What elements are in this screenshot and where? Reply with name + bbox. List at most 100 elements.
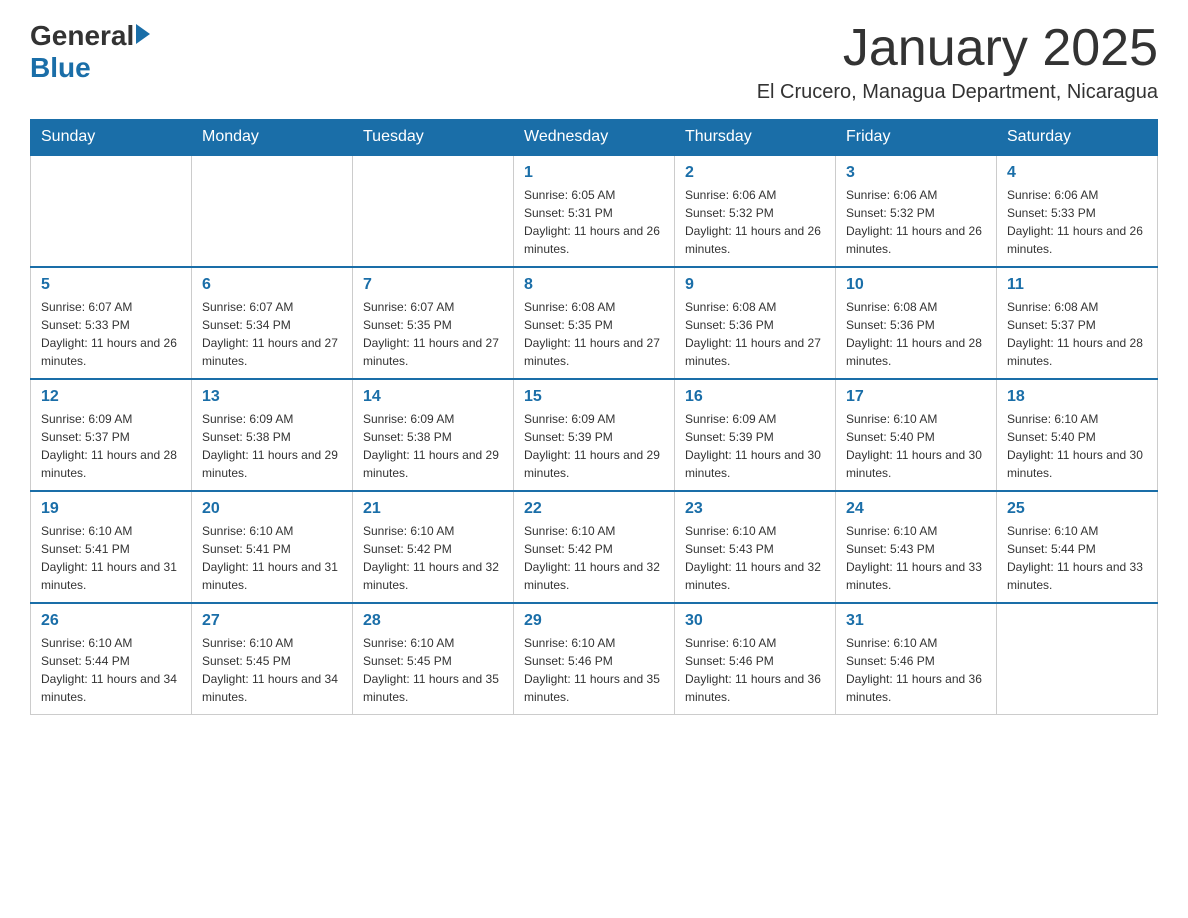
day-info: Sunrise: 6:10 AMSunset: 5:46 PMDaylight:…: [685, 634, 825, 706]
day-cell-21: 21Sunrise: 6:10 AMSunset: 5:42 PMDayligh…: [353, 491, 514, 603]
day-number: 16: [685, 388, 825, 406]
day-number: 19: [41, 500, 181, 518]
day-cell-20: 20Sunrise: 6:10 AMSunset: 5:41 PMDayligh…: [192, 491, 353, 603]
day-number: 12: [41, 388, 181, 406]
empty-cell: [31, 155, 192, 267]
day-info: Sunrise: 6:09 AMSunset: 5:38 PMDaylight:…: [202, 410, 342, 482]
empty-cell: [353, 155, 514, 267]
day-number: 10: [846, 276, 986, 294]
week-row-1: 1 Sunrise: 6:05 AMSunset: 5:31 PMDaylight…: [31, 155, 1158, 267]
day-number: 26: [41, 612, 181, 630]
day-header-saturday: Saturday: [997, 120, 1158, 156]
day-info: Sunrise: 6:08 AMSunset: 5:36 PMDaylight:…: [846, 298, 986, 370]
day-cell-30: 30 Sunrise: 6:10 AMSunset: 5:46 PMDayligh…: [675, 603, 836, 715]
day-info: Sunrise: 6:10 AMSunset: 5:44 PMDaylight:…: [41, 634, 181, 706]
day-info: Sunrise: 6:08 AMSunset: 5:36 PMDaylight:…: [685, 298, 825, 370]
day-info: Sunrise: 6:10 AMSunset: 5:40 PMDaylight:…: [1007, 410, 1147, 482]
day-header-friday: Friday: [836, 120, 997, 156]
day-info: Sunrise: 6:08 AMSunset: 5:35 PMDaylight:…: [524, 298, 664, 370]
day-cell-22: 22 Sunrise: 6:10 AMSunset: 5:42 PMDayligh…: [514, 491, 675, 603]
day-info: Sunrise: 6:06 AMSunset: 5:33 PMDaylight:…: [1007, 186, 1147, 258]
day-number: 29: [524, 612, 664, 630]
day-number: 22: [524, 500, 664, 518]
day-info: Sunrise: 6:07 AMSunset: 5:35 PMDaylight:…: [363, 298, 503, 370]
day-cell-10: 10 Sunrise: 6:08 AMSunset: 5:36 PMDayligh…: [836, 267, 997, 379]
day-info: Sunrise: 6:10 AMSunset: 5:43 PMDaylight:…: [685, 522, 825, 594]
day-header-thursday: Thursday: [675, 120, 836, 156]
calendar-table: SundayMondayTuesdayWednesdayThursdayFrid…: [30, 119, 1158, 715]
day-number: 25: [1007, 500, 1147, 518]
day-cell-6: 6Sunrise: 6:07 AMSunset: 5:34 PMDaylight…: [192, 267, 353, 379]
day-cell-12: 12 Sunrise: 6:09 AMSunset: 5:37 PMDayligh…: [31, 379, 192, 491]
title-area: January 2025 El Crucero, Managua Departm…: [757, 20, 1158, 104]
day-cell-8: 8 Sunrise: 6:08 AMSunset: 5:35 PMDaylight…: [514, 267, 675, 379]
calendar-subtitle: El Crucero, Managua Department, Nicaragu…: [757, 81, 1158, 104]
day-cell-19: 19 Sunrise: 6:10 AMSunset: 5:41 PMDayligh…: [31, 491, 192, 603]
day-header-sunday: Sunday: [31, 120, 192, 156]
day-cell-25: 25 Sunrise: 6:10 AMSunset: 5:44 PMDayligh…: [997, 491, 1158, 603]
day-cell-4: 4 Sunrise: 6:06 AMSunset: 5:33 PMDaylight…: [997, 155, 1158, 267]
day-header-tuesday: Tuesday: [353, 120, 514, 156]
page-header: General Blue January 2025 El Crucero, Ma…: [30, 20, 1158, 104]
day-cell-24: 24Sunrise: 6:10 AMSunset: 5:43 PMDayligh…: [836, 491, 997, 603]
day-info: Sunrise: 6:10 AMSunset: 5:45 PMDaylight:…: [202, 634, 342, 706]
day-cell-2: 2 Sunrise: 6:06 AMSunset: 5:32 PMDaylight…: [675, 155, 836, 267]
day-number: 4: [1007, 164, 1147, 182]
day-info: Sunrise: 6:10 AMSunset: 5:42 PMDaylight:…: [524, 522, 664, 594]
day-cell-3: 3 Sunrise: 6:06 AMSunset: 5:32 PMDaylight…: [836, 155, 997, 267]
day-info: Sunrise: 6:09 AMSunset: 5:37 PMDaylight:…: [41, 410, 181, 482]
day-info: Sunrise: 6:09 AMSunset: 5:38 PMDaylight:…: [363, 410, 503, 482]
day-info: Sunrise: 6:06 AMSunset: 5:32 PMDaylight:…: [846, 186, 986, 258]
day-number: 11: [1007, 276, 1147, 294]
week-row-5: 26 Sunrise: 6:10 AMSunset: 5:44 PMDayligh…: [31, 603, 1158, 715]
day-number: 31: [846, 612, 986, 630]
day-info: Sunrise: 6:08 AMSunset: 5:37 PMDaylight:…: [1007, 298, 1147, 370]
day-cell-18: 18 Sunrise: 6:10 AMSunset: 5:40 PMDayligh…: [997, 379, 1158, 491]
day-cell-23: 23 Sunrise: 6:10 AMSunset: 5:43 PMDayligh…: [675, 491, 836, 603]
day-cell-28: 28Sunrise: 6:10 AMSunset: 5:45 PMDayligh…: [353, 603, 514, 715]
day-info: Sunrise: 6:05 AMSunset: 5:31 PMDaylight:…: [524, 186, 664, 258]
day-number: 3: [846, 164, 986, 182]
day-info: Sunrise: 6:07 AMSunset: 5:33 PMDaylight:…: [41, 298, 181, 370]
logo: General Blue: [30, 20, 150, 84]
day-info: Sunrise: 6:10 AMSunset: 5:41 PMDaylight:…: [41, 522, 181, 594]
day-info: Sunrise: 6:10 AMSunset: 5:46 PMDaylight:…: [846, 634, 986, 706]
day-number: 24: [846, 500, 986, 518]
logo-blue-text: Blue: [30, 52, 91, 84]
day-cell-16: 16 Sunrise: 6:09 AMSunset: 5:39 PMDayligh…: [675, 379, 836, 491]
day-header-monday: Monday: [192, 120, 353, 156]
days-header-row: SundayMondayTuesdayWednesdayThursdayFrid…: [31, 120, 1158, 156]
day-cell-15: 15Sunrise: 6:09 AMSunset: 5:39 PMDayligh…: [514, 379, 675, 491]
day-number: 8: [524, 276, 664, 294]
day-cell-7: 7Sunrise: 6:07 AMSunset: 5:35 PMDaylight…: [353, 267, 514, 379]
day-cell-5: 5Sunrise: 6:07 AMSunset: 5:33 PMDaylight…: [31, 267, 192, 379]
empty-cell: [997, 603, 1158, 715]
day-number: 1: [524, 164, 664, 182]
day-number: 30: [685, 612, 825, 630]
day-number: 2: [685, 164, 825, 182]
day-number: 18: [1007, 388, 1147, 406]
day-cell-14: 14Sunrise: 6:09 AMSunset: 5:38 PMDayligh…: [353, 379, 514, 491]
week-row-3: 12 Sunrise: 6:09 AMSunset: 5:37 PMDayligh…: [31, 379, 1158, 491]
day-cell-17: 17 Sunrise: 6:10 AMSunset: 5:40 PMDayligh…: [836, 379, 997, 491]
day-info: Sunrise: 6:10 AMSunset: 5:40 PMDaylight:…: [846, 410, 986, 482]
day-number: 20: [202, 500, 342, 518]
day-cell-11: 11 Sunrise: 6:08 AMSunset: 5:37 PMDayligh…: [997, 267, 1158, 379]
day-header-wednesday: Wednesday: [514, 120, 675, 156]
day-cell-29: 29 Sunrise: 6:10 AMSunset: 5:46 PMDayligh…: [514, 603, 675, 715]
day-info: Sunrise: 6:10 AMSunset: 5:44 PMDaylight:…: [1007, 522, 1147, 594]
day-number: 17: [846, 388, 986, 406]
day-number: 23: [685, 500, 825, 518]
day-cell-31: 31 Sunrise: 6:10 AMSunset: 5:46 PMDayligh…: [836, 603, 997, 715]
day-number: 13: [202, 388, 342, 406]
day-info: Sunrise: 6:09 AMSunset: 5:39 PMDaylight:…: [685, 410, 825, 482]
day-number: 15: [524, 388, 664, 406]
day-info: Sunrise: 6:10 AMSunset: 5:45 PMDaylight:…: [363, 634, 503, 706]
day-info: Sunrise: 6:06 AMSunset: 5:32 PMDaylight:…: [685, 186, 825, 258]
logo-arrow-icon: [136, 24, 150, 44]
day-cell-27: 27Sunrise: 6:10 AMSunset: 5:45 PMDayligh…: [192, 603, 353, 715]
day-cell-13: 13 Sunrise: 6:09 AMSunset: 5:38 PMDayligh…: [192, 379, 353, 491]
day-info: Sunrise: 6:07 AMSunset: 5:34 PMDaylight:…: [202, 298, 342, 370]
day-info: Sunrise: 6:10 AMSunset: 5:46 PMDaylight:…: [524, 634, 664, 706]
empty-cell: [192, 155, 353, 267]
